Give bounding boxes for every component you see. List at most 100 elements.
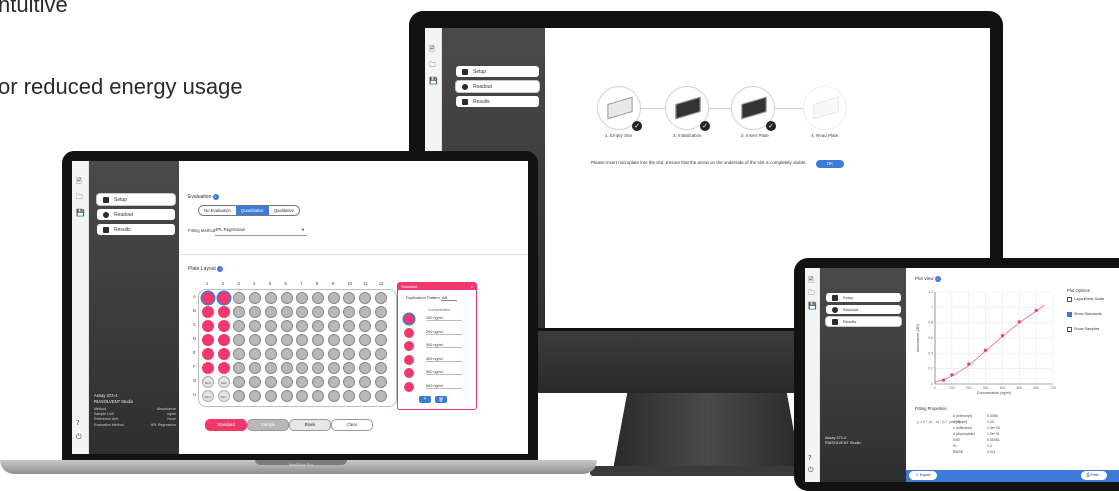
plate-well[interactable] [264,306,277,318]
data-point[interactable] [1017,320,1021,324]
concentration-entry[interactable]: 300 ng/ml [402,341,472,355]
data-point[interactable] [967,362,971,366]
plate-well[interactable] [233,334,246,346]
concentration-entry[interactable]: 200 ng/ml [402,327,472,342]
document-icon[interactable]: 🗎 [429,45,435,56]
plate-well[interactable] [217,306,230,318]
info-icon[interactable]: i [212,194,219,200]
plate-well[interactable] [343,348,356,360]
plate-well[interactable] [374,348,387,360]
plate-well[interactable] [202,334,214,346]
plate-well[interactable] [327,362,340,374]
data-point[interactable] [1034,308,1038,312]
plate-well[interactable] [374,292,387,304]
plate-well[interactable] [249,390,262,402]
log-scale-checkbox[interactable] [1067,297,1072,302]
plate-well[interactable] [374,362,387,374]
plate-well[interactable] [296,348,309,360]
plate-well[interactable] [359,334,371,346]
plate-well[interactable] [359,362,371,374]
plate-well[interactable] [343,362,356,374]
plate-well[interactable] [296,334,309,346]
plate-well[interactable] [264,320,277,332]
plate-well[interactable]: BLK [202,376,214,388]
plate-well[interactable] [264,362,277,374]
data-point[interactable] [950,373,954,377]
plate-well[interactable] [249,348,262,360]
plate-well[interactable] [327,320,340,332]
plate-well[interactable] [280,334,293,346]
plate-well[interactable] [343,306,356,318]
info-icon[interactable]: i [217,266,224,272]
plate-well[interactable] [359,320,371,332]
concentration-entry[interactable]: 400 ng/ml [402,354,472,369]
plate-well[interactable] [280,348,293,360]
power-icon[interactable]: ⏻ [808,466,814,475]
print-button[interactable]: ⎙ Print... [1081,471,1107,480]
plate-well[interactable] [311,362,324,374]
plate-well[interactable] [343,390,356,402]
plate-well[interactable] [202,362,214,374]
trash-icon[interactable]: 🗑 [435,396,447,403]
plate-well[interactable] [264,376,277,388]
nav-readout[interactable]: Readout [456,81,539,92]
evaluation-option[interactable]: No Evaluation [199,206,236,215]
plate-well[interactable] [280,292,293,304]
plate-well[interactable] [217,334,230,346]
plate-well[interactable] [264,292,277,304]
nav-readout[interactable]: Readout [97,209,175,220]
plate-well[interactable] [359,292,371,304]
plate-well[interactable] [280,390,293,402]
plate-well[interactable] [280,320,293,332]
plate-well[interactable] [311,320,324,332]
plate-well[interactable] [202,306,214,318]
plate-well[interactable] [233,362,246,374]
plate-well[interactable] [217,292,230,304]
plate-well[interactable] [311,334,324,346]
plate-well[interactable]: BLK [217,390,230,402]
plate-well[interactable] [296,306,309,318]
plate-well[interactable] [202,292,214,304]
plate-well[interactable] [343,320,356,332]
plate-well[interactable] [280,376,293,388]
plate-well[interactable] [359,348,371,360]
add-icon[interactable]: + [419,396,431,403]
close-icon[interactable]: × [471,283,473,290]
plate-well[interactable] [359,390,371,402]
concentration-entry[interactable]: 500 ng/ml [402,368,472,382]
blank-button[interactable]: Blank [289,419,331,431]
plate-well[interactable] [264,334,277,346]
show-standards-checkbox[interactable] [1067,312,1072,317]
plate-well[interactable] [249,362,262,374]
plate-well[interactable] [311,348,324,360]
sample-button[interactable]: Sample [247,419,289,431]
power-icon[interactable]: ⏻ [76,433,82,442]
plate-well[interactable] [359,376,371,388]
plate-well[interactable] [374,306,387,318]
nav-setup[interactable]: Setup [456,66,539,77]
plate-well[interactable] [249,320,262,332]
plate-well[interactable] [343,334,356,346]
plate-well[interactable] [374,334,387,346]
show-samples-checkbox[interactable] [1067,327,1072,332]
document-icon[interactable]: 🗎 [808,276,814,287]
plate-well[interactable] [311,306,324,318]
folder-icon[interactable]: 🗀 [76,193,83,204]
nav-readout[interactable]: Readout [826,305,901,314]
save-icon[interactable]: 💾 [808,302,817,310]
folder-icon[interactable]: 🗀 [808,289,815,300]
plate-well[interactable] [217,348,230,360]
nav-setup[interactable]: Setup [826,293,901,302]
plate-well[interactable]: BLK [217,376,230,388]
plate-well[interactable] [359,306,371,318]
evaluation-option[interactable]: Quantitative [235,206,269,215]
standard-button[interactable]: Standard [205,419,247,431]
plate-well[interactable] [327,334,340,346]
ok-button[interactable]: OK [816,160,844,168]
plate-well[interactable] [202,320,214,332]
plate-well[interactable] [233,348,246,360]
plate-well[interactable] [233,292,246,304]
plate-well[interactable] [311,390,324,402]
plate-well[interactable] [296,362,309,374]
duplication-pattern[interactable]: Duplication Pattern AB [406,295,458,301]
